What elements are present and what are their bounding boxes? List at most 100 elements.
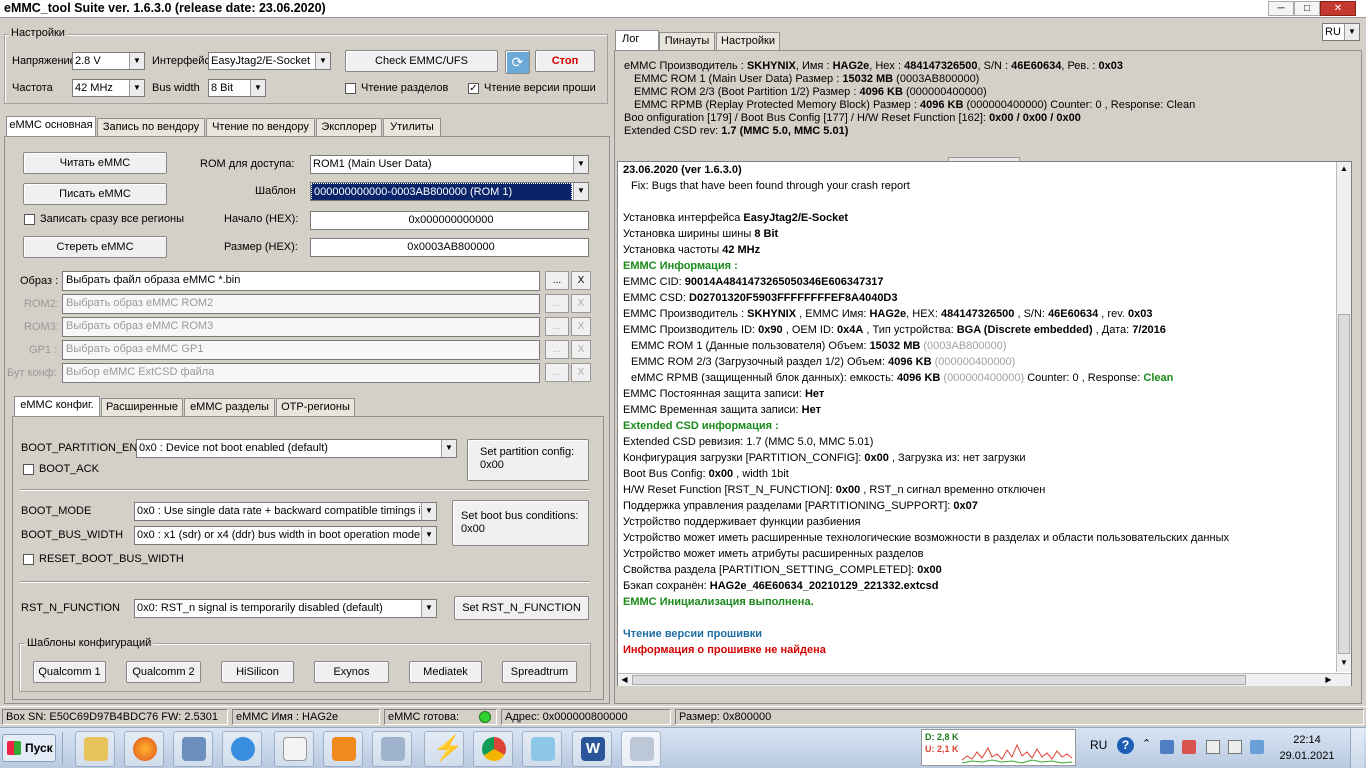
template-spreadtrum-button[interactable]: Spreadtrum	[502, 661, 577, 683]
frequency-select[interactable]: 42 MHz ▼	[72, 79, 145, 97]
check-emmc-button[interactable]: Check EMMC/UFS	[345, 50, 498, 72]
log-line: EMMC Постоянная защита записи: Нет	[623, 388, 825, 400]
tab-pinouts[interactable]: Пинауты	[659, 32, 715, 50]
template-qualcomm1-button[interactable]: Qualcomm 1	[33, 661, 106, 683]
browse-image-button[interactable]: ...	[545, 271, 569, 290]
boot-mode-select[interactable]: 0x0 : Use single data rate + backward co…	[134, 502, 437, 521]
tab-emmc-partitions[interactable]: eMMC разделы	[184, 398, 275, 416]
browse-rom3-button[interactable]: ...	[545, 317, 569, 336]
rom3-file-input[interactable]: Выбрать образ eMMC ROM3	[62, 317, 540, 337]
boot-bus-width-select[interactable]: 0x0 : x1 (sdr) or x4 (ddr) bus width in …	[134, 526, 437, 545]
clock-time[interactable]: 22:14	[1275, 734, 1339, 746]
emmc-tool-taskbar-button[interactable]	[621, 731, 661, 767]
emmc-tool-icon	[630, 737, 654, 761]
extcsd-file-input[interactable]: Выбор eMMC ExtCSD файла	[62, 363, 540, 383]
boot-partition-select[interactable]: 0x0 : Device not boot enabled (default) ▼	[136, 439, 457, 458]
close-button[interactable]: ✕	[1320, 1, 1356, 16]
rst-n-select[interactable]: 0x0: RST_n signal is temporarily disable…	[134, 599, 437, 618]
help-icon[interactable]: ?	[1117, 737, 1134, 754]
stop-button[interactable]: Стоп	[535, 50, 595, 72]
device-tray-icon[interactable]	[1206, 740, 1220, 754]
reset-boot-bus-checkbox[interactable]	[23, 554, 34, 565]
scroll-left-icon[interactable]: ◀	[618, 674, 631, 686]
refresh-icon[interactable]: ⟳	[505, 50, 530, 74]
browse-gp1-button[interactable]: ...	[545, 340, 569, 359]
erase-emmc-button[interactable]: Стереть eMMC	[23, 236, 167, 258]
clear-gp1-button[interactable]: X	[571, 340, 591, 359]
calendar-taskbar-button[interactable]	[274, 731, 314, 767]
chevron-down-icon: ▼	[573, 183, 588, 200]
tab-explorer[interactable]: Эксплорер	[316, 118, 382, 136]
network-tray-icon[interactable]	[1160, 740, 1174, 754]
scrollbar-thumb[interactable]	[632, 675, 1246, 685]
write-all-checkbox[interactable]	[24, 214, 35, 225]
tab-extended[interactable]: Расширенные	[101, 398, 183, 416]
template-qualcomm2-button[interactable]: Qualcomm 2	[126, 661, 201, 683]
maximize-button[interactable]: □	[1294, 1, 1320, 16]
set-partition-config-button[interactable]: Set partition config: 0x00	[467, 439, 589, 481]
scroll-right-icon[interactable]: ▶	[1322, 674, 1335, 686]
browse-extcsd-button[interactable]: ...	[545, 363, 569, 382]
log-vertical-scrollbar[interactable]: ▲ ▼	[1336, 162, 1351, 672]
clear-extcsd-button[interactable]: X	[571, 363, 591, 382]
tab-emmc-main[interactable]: eMMC основная	[6, 116, 96, 136]
display-tray-icon[interactable]	[1250, 740, 1264, 754]
tab-emmc-config[interactable]: eMMC конфиг.	[14, 396, 100, 416]
media-taskbar-button[interactable]	[323, 731, 363, 767]
notes-icon	[531, 737, 555, 761]
template-select[interactable]: 000000000000-0003AB800000 (ROM 1) ▼	[310, 182, 589, 201]
clock-date[interactable]: 29.01.2021	[1275, 750, 1339, 762]
read-partitions-checkbox[interactable]	[345, 83, 356, 94]
tab-write-vendor[interactable]: Запись по вендору	[97, 118, 205, 136]
voltage-select[interactable]: 2.8 V ▼	[72, 52, 145, 70]
bus-width-select[interactable]: 8 Bit ▼	[208, 79, 266, 97]
tab-right-settings[interactable]: Настройки	[716, 32, 780, 50]
ie-taskbar-button[interactable]	[222, 731, 262, 767]
clipboard-tray-icon[interactable]	[1228, 740, 1242, 754]
calculator-taskbar-button[interactable]	[372, 731, 412, 767]
clear-rom3-button[interactable]: X	[571, 317, 591, 336]
explorer-taskbar-button[interactable]	[75, 731, 115, 767]
tab-log[interactable]: Лог	[615, 30, 659, 50]
rom-select[interactable]: ROM1 (Main User Data) ▼	[310, 155, 589, 174]
boot-ack-checkbox[interactable]	[23, 464, 34, 475]
show-hidden-icons-icon[interactable]: ⌃	[1142, 737, 1151, 750]
notes-taskbar-button[interactable]	[522, 731, 562, 767]
firefox-taskbar-button[interactable]	[124, 731, 164, 767]
read-firmware-checkbox[interactable]: ✓	[468, 83, 479, 94]
tab-utilities[interactable]: Утилиты	[383, 118, 441, 136]
language-indicator[interactable]: RU	[1090, 738, 1107, 752]
template-exynos-button[interactable]: Exynos	[314, 661, 389, 683]
template-hisilicon-button[interactable]: HiSilicon	[221, 661, 294, 683]
image-file-input[interactable]: Выбрать файл образа eMMC *.bin	[62, 271, 540, 291]
interface-select[interactable]: EasyJtag2/E-Socket ▼	[208, 52, 331, 70]
browse-rom2-button[interactable]: ...	[545, 294, 569, 313]
set-rst-n-button[interactable]: Set RST_N_FUNCTION	[454, 596, 589, 620]
rom2-file-input[interactable]: Выбрать образ eMMC ROM2	[62, 294, 540, 314]
write-emmc-button[interactable]: Писать eMMC	[23, 183, 167, 205]
set-boot-bus-button[interactable]: Set boot bus conditions: 0x00	[452, 500, 589, 546]
remote-taskbar-button[interactable]	[173, 731, 213, 767]
gp1-file-input[interactable]: Выбрать образ eMMC GP1	[62, 340, 540, 360]
security-tray-icon[interactable]	[1182, 740, 1196, 754]
scroll-down-icon[interactable]: ▼	[1338, 657, 1350, 669]
clear-image-button[interactable]: X	[571, 271, 591, 290]
clear-rom2-button[interactable]: X	[571, 294, 591, 313]
tab-otp-regions[interactable]: OTP-регионы	[276, 398, 355, 416]
status-emmc-ready: eMMC готова:	[384, 709, 497, 725]
read-emmc-button[interactable]: Читать eMMC	[23, 152, 167, 174]
template-mediatek-button[interactable]: Mediatek	[409, 661, 482, 683]
flash-taskbar-button[interactable]: ⚡	[424, 731, 464, 767]
tab-read-vendor[interactable]: Чтение по вендору	[206, 118, 315, 136]
word-taskbar-button[interactable]: W	[572, 731, 612, 767]
minimize-button[interactable]: ─	[1268, 1, 1294, 16]
scrollbar-thumb[interactable]	[1338, 314, 1350, 654]
start-hex-input[interactable]: 0x000000000000	[310, 211, 589, 230]
language-select[interactable]: RU ▼	[1322, 23, 1360, 41]
chrome-taskbar-button[interactable]	[473, 731, 513, 767]
show-desktop-button[interactable]	[1350, 728, 1364, 768]
start-button[interactable]: Пуск	[2, 734, 56, 762]
log-horizontal-scrollbar[interactable]: ◀ ▶	[618, 673, 1351, 686]
scroll-up-icon[interactable]: ▲	[1338, 163, 1350, 175]
size-hex-input[interactable]: 0x0003AB800000	[310, 238, 589, 257]
